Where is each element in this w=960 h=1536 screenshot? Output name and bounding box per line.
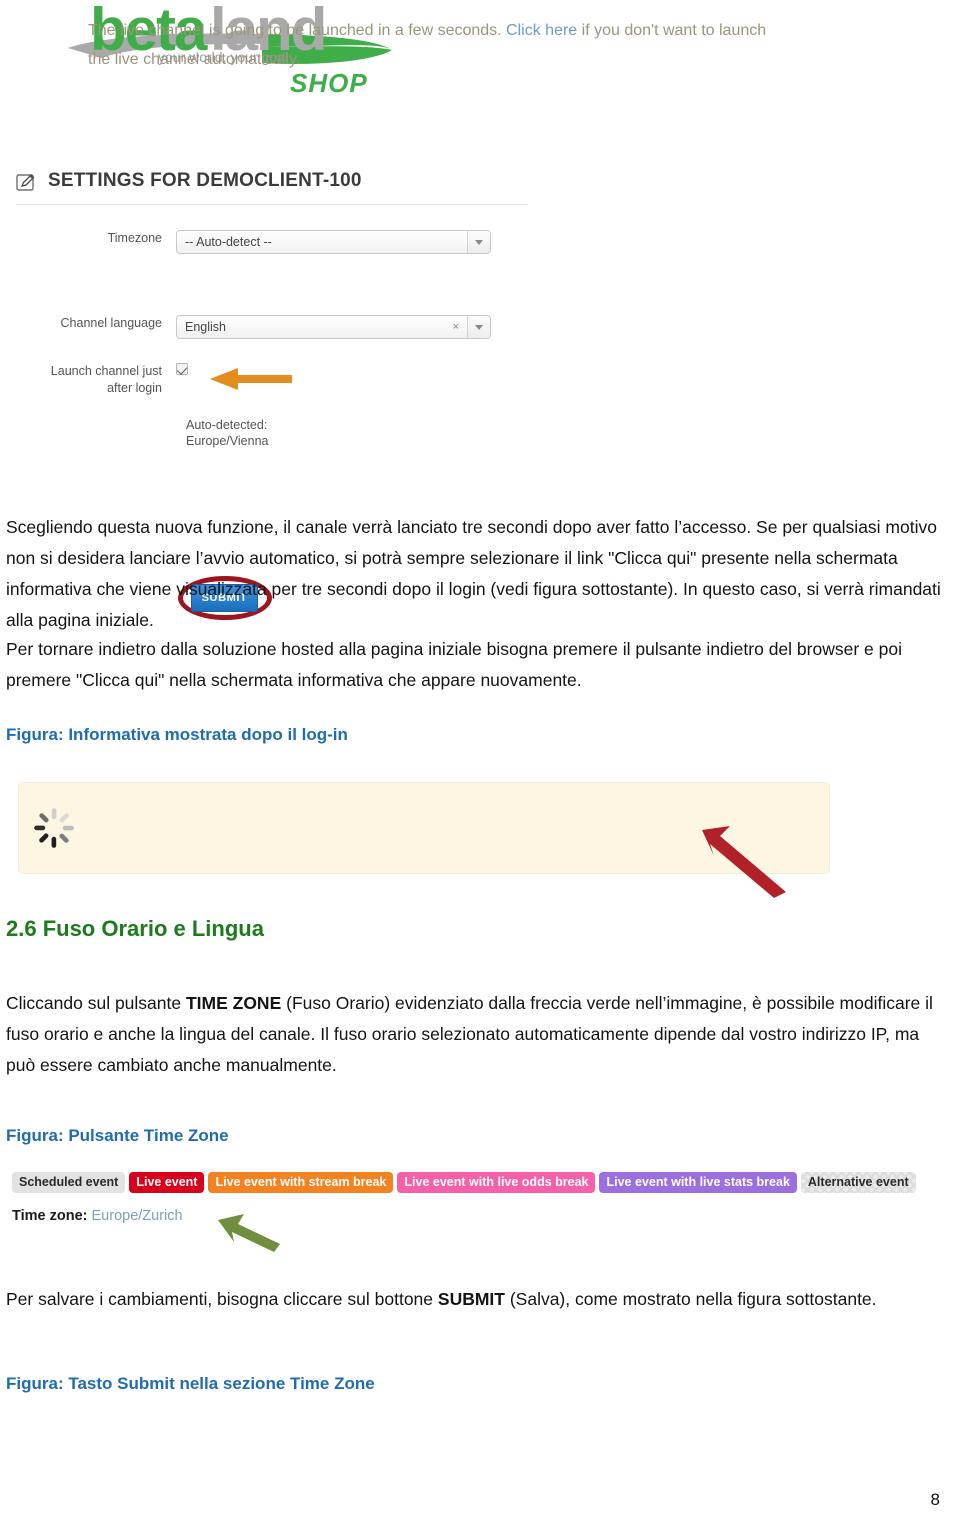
figure-caption-1: Figura: Informativa mostrata dopo il log… bbox=[6, 725, 348, 744]
info-box-text: The live channel is going to be launched… bbox=[88, 16, 788, 74]
launch-channel-checkbox[interactable] bbox=[176, 363, 188, 375]
submit-emphasis: SUBMIT bbox=[437, 1289, 505, 1309]
page-number: 8 bbox=[930, 1490, 940, 1509]
tag-live-event-stats-break[interactable]: Live event with live stats break bbox=[599, 1172, 797, 1193]
green-annotation-arrow bbox=[218, 1214, 280, 1252]
click-here-link[interactable]: Click here bbox=[506, 22, 577, 39]
launch-channel-label-line1: Launch channel just bbox=[50, 364, 162, 378]
launch-channel-label: Launch channel just after login bbox=[16, 363, 176, 397]
time-zone-value[interactable]: Europe/Zurich bbox=[92, 1208, 183, 1224]
timezone-select-value: -- Auto-detect -- bbox=[185, 235, 272, 249]
form-row-timezone: Timezone -- Auto-detect -- bbox=[16, 230, 491, 254]
paragraph-2: Per tornare indietro dalla soluzione hos… bbox=[6, 639, 902, 690]
form-row-channel-language: Channel language English × bbox=[16, 315, 491, 339]
auto-detected-value: Europe/Vienna bbox=[186, 434, 269, 448]
form-row-launch-channel: Launch channel just after login bbox=[16, 363, 188, 397]
clear-selection-icon[interactable]: × bbox=[453, 321, 467, 333]
paragraph-3: Cliccando sul pulsante TIME ZONE (Fuso O… bbox=[6, 988, 936, 1081]
orange-annotation-arrow bbox=[210, 368, 292, 390]
time-zone-separator: : bbox=[82, 1208, 92, 1224]
channel-language-select[interactable]: English × bbox=[176, 315, 491, 339]
figure-caption-3: Figura: Tasto Submit nella sezione Time … bbox=[6, 1374, 375, 1393]
settings-header: SETTINGS FOR DEMOCLIENT-100 bbox=[16, 170, 362, 192]
red-annotation-arrow bbox=[702, 826, 786, 898]
tag-scheduled-event[interactable]: Scheduled event bbox=[12, 1172, 126, 1193]
tag-live-event-odds-break[interactable]: Live event with live odds break bbox=[397, 1172, 596, 1193]
paragraph-1: Scegliendo questa nuova funzione, il can… bbox=[6, 517, 941, 630]
settings-screenshot: SETTINGS FOR DEMOCLIENT-100 Timezone -- … bbox=[8, 160, 528, 620]
launch-channel-label-line2: after login bbox=[107, 381, 162, 395]
auto-detected-label: Auto-detected: bbox=[186, 418, 268, 432]
channel-language-label: Channel language bbox=[60, 316, 162, 330]
tag-live-event-stream-break[interactable]: Live event with stream break bbox=[208, 1172, 394, 1193]
info-text-a: The live channel is going to be launched… bbox=[88, 22, 507, 39]
settings-title: SETTINGS FOR DEMOCLIENT-100 bbox=[48, 170, 362, 191]
edit-pencil-icon bbox=[16, 174, 35, 191]
paragraph-3-part-a: Cliccando sul pulsante bbox=[6, 993, 186, 1013]
paragraph-4-part-b: (Salva), come mostrato nella figura sott… bbox=[504, 1289, 877, 1309]
auto-detected-note: Auto-detected: Europe/Vienna bbox=[186, 417, 268, 449]
channel-language-select-value: English bbox=[185, 320, 226, 334]
event-legend-screenshot: Scheduled event Live event Live event wi… bbox=[12, 1172, 916, 1193]
time-zone-label: Time zone bbox=[12, 1208, 83, 1224]
timezone-label: Timezone bbox=[107, 231, 162, 245]
tag-alternative-event[interactable]: Alternative event bbox=[801, 1172, 916, 1193]
chevron-down-icon[interactable] bbox=[467, 316, 490, 338]
section-heading-2-6: 2.6 Fuso Orario e Lingua bbox=[6, 916, 264, 941]
timezone-select[interactable]: -- Auto-detect -- bbox=[176, 230, 491, 254]
time-zone-line: Time zone: Europe/Zurich bbox=[12, 1208, 183, 1224]
figure-caption-2: Figura: Pulsante Time Zone bbox=[6, 1126, 229, 1145]
time-zone-emphasis: TIME ZONE bbox=[185, 993, 282, 1013]
loading-spinner-icon bbox=[34, 808, 74, 848]
paragraph-4: Per salvare i cambiamenti, bisogna clicc… bbox=[6, 1284, 952, 1315]
chevron-down-icon[interactable] bbox=[467, 231, 490, 253]
tag-live-event[interactable]: Live event bbox=[129, 1172, 205, 1193]
paragraph-4-part-a: Per salvare i cambiamenti, bisogna clicc… bbox=[6, 1289, 438, 1309]
settings-divider bbox=[16, 204, 528, 205]
